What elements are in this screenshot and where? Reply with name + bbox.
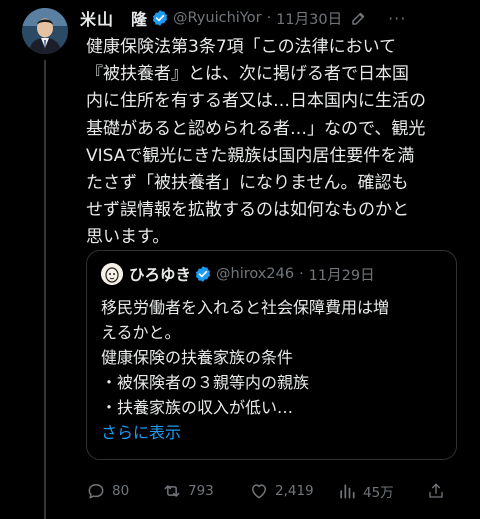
- tweet-line: たさず「被扶養者」になりません。確認も: [86, 173, 409, 194]
- like-button[interactable]: 2,419: [249, 481, 337, 501]
- views-button[interactable]: 45万: [337, 481, 427, 501]
- avatar-photo-icon: [22, 8, 68, 54]
- share-button[interactable]: [427, 481, 451, 501]
- view-count: 45万: [363, 485, 394, 501]
- reply-button[interactable]: 80: [86, 481, 162, 501]
- quoted-tweet-header: ひろゆき @hirox246 · 11月29日: [101, 263, 375, 285]
- heart-icon: [252, 484, 266, 499]
- reply-count: 80: [112, 483, 130, 499]
- edit-icon[interactable]: [350, 9, 368, 27]
- tweet-date[interactable]: 11月30日: [276, 8, 342, 29]
- author-handle[interactable]: @RyuichiYor: [173, 10, 262, 26]
- like-count: 2,419: [275, 483, 314, 499]
- quoted-tweet-text: 移民労働者を入れると社会保障費用は増 えるかと。 健康保険の扶養家族の条件 ・被…: [101, 295, 446, 445]
- quoted-tweet-line: えるかと。: [101, 323, 181, 342]
- tweet-header: 米山 隆 @RyuichiYor · 11月30日 ···: [80, 6, 475, 30]
- repost-count: 793: [188, 483, 214, 499]
- tweet-line: VISAで観光にきた親族は国内居住要件を満: [86, 145, 415, 166]
- quoted-tweet-line: ・扶養家族の収入が低い…: [101, 398, 294, 417]
- quoted-author-name[interactable]: ひろゆき: [129, 263, 191, 285]
- tweet-line: 内に住所を有する者又は…日本国内に生活の: [86, 91, 426, 112]
- avatar[interactable]: [22, 8, 68, 54]
- cartoon-face-icon: [101, 263, 123, 285]
- thread-line: [44, 60, 46, 519]
- separator-dot: ·: [266, 10, 272, 26]
- tweet-line: 健康保険法第3条7項「この法律において: [86, 37, 397, 57]
- separator-dot: ·: [299, 266, 304, 282]
- verified-badge-icon: [195, 266, 211, 282]
- show-more-link[interactable]: さらに表示: [101, 420, 446, 445]
- repost-button[interactable]: 793: [162, 481, 249, 501]
- tweet-line: せず誤情報を拡散するのは如何なものかと: [86, 200, 409, 221]
- more-options-icon[interactable]: ···: [388, 9, 406, 28]
- verified-badge-icon: [152, 10, 168, 26]
- tweet-line: 思います。: [86, 227, 170, 248]
- quoted-author-handle[interactable]: @hirox246: [216, 266, 294, 282]
- action-bar: 80 793 2,419 45万: [86, 478, 460, 504]
- quoted-tweet-card[interactable]: ひろゆき @hirox246 · 11月29日 移民労働者を入れると社会保障費用…: [86, 250, 457, 460]
- quoted-tweet-line: ・被保険者の３親等内の親族: [101, 373, 310, 392]
- reply-icon: [88, 484, 104, 499]
- views-chart-icon: [340, 484, 355, 499]
- quoted-tweet-date[interactable]: 11月29日: [309, 264, 375, 285]
- quoted-tweet-line: 健康保険の扶養家族の条件: [101, 348, 294, 367]
- quoted-tweet-line: 移民労働者を入れると社会保障費用は増: [101, 298, 390, 317]
- tweet-line: 『被扶養者』とは、次に掲げる者で日本国: [86, 64, 409, 85]
- quoted-author-avatar[interactable]: [101, 263, 123, 285]
- author-name[interactable]: 米山 隆: [80, 6, 148, 30]
- repost-icon: [164, 485, 180, 497]
- tweet-text: 健康保険法第3条7項「この法律において 『被扶養者』とは、次に掲げる者で日本国 …: [86, 34, 474, 252]
- share-icon: [429, 483, 443, 498]
- tweet-line: 基礎があると認められる者…」なので、観光: [86, 118, 426, 139]
